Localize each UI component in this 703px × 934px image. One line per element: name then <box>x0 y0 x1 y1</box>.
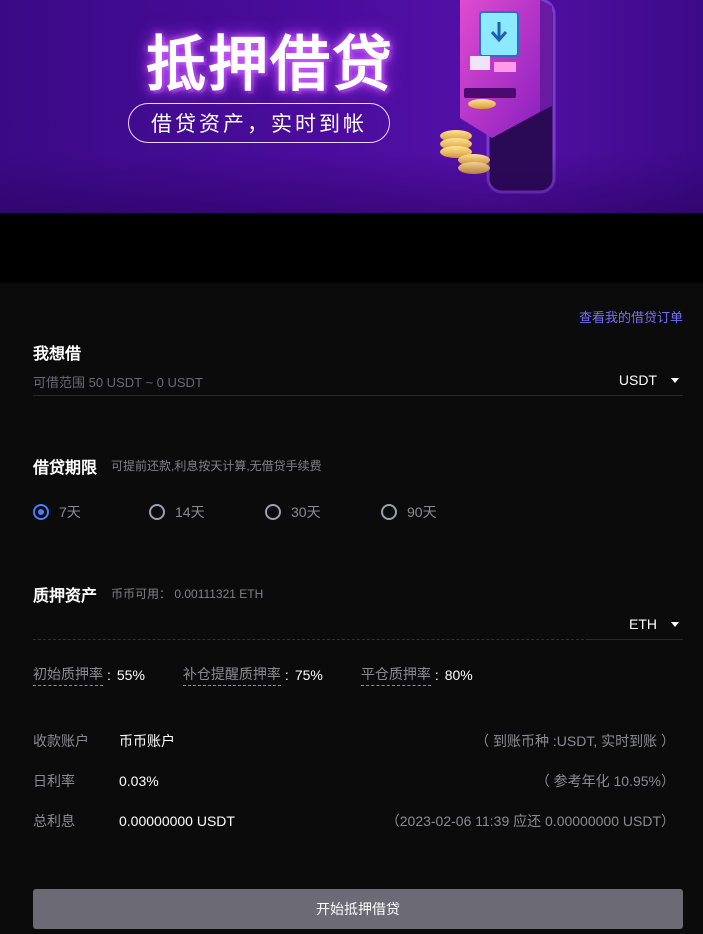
ratio-value: 75% <box>294 667 323 683</box>
collateral-amount-input[interactable] <box>33 639 589 640</box>
term-option-7[interactable]: 7天 <box>33 502 149 522</box>
info-note: （ 到账币种 :USDT, 实时到账 ） <box>475 733 675 749</box>
info-key: 日利率 <box>33 773 75 789</box>
collateral-currency-value: ETH <box>629 616 657 632</box>
loan-form-panel: 查看我的借贷订单 我想借 可借范围 50 USDT ~ 0 USDT USDT … <box>0 283 703 934</box>
borrow-amount-input[interactable]: 可借范围 50 USDT ~ 0 USDT <box>33 372 203 391</box>
term-option-label: 90天 <box>407 504 437 520</box>
term-option-14[interactable]: 14天 <box>149 502 265 522</box>
total-interest-row: 总利息 0.00000000 USDT （2023-02-06 11:39 应还… <box>33 811 675 831</box>
term-option-label: 30天 <box>291 504 321 520</box>
ratio-name[interactable]: 补仓提醒质押率 <box>182 664 281 686</box>
collateral-available: 币币可用： 0.00111321 ETH <box>111 587 264 601</box>
collateral-label: 质押资产 <box>33 588 98 605</box>
atm-illustration-icon <box>440 0 556 194</box>
chevron-down-icon <box>671 621 679 627</box>
info-note: （2023-02-06 11:39 应还 0.00000000 USDT） <box>385 813 675 829</box>
chevron-down-icon <box>671 377 679 383</box>
my-loan-orders-link[interactable]: 查看我的借贷订单 <box>579 307 683 326</box>
info-value: 币币账户 <box>119 733 175 749</box>
borrow-field-underline <box>33 395 683 396</box>
term-option-label: 14天 <box>175 504 205 520</box>
collateral-select-underline <box>589 639 683 640</box>
radio-unchecked-icon <box>381 504 397 520</box>
radio-checked-icon <box>33 504 49 520</box>
ratio-name[interactable]: 初始质押率 <box>33 664 103 686</box>
ratio-value: 55% <box>116 667 145 683</box>
info-key: 总利息 <box>33 813 75 829</box>
ratio-value: 80% <box>444 667 473 683</box>
term-hint: 可提前还款,利息按天计算,无借贷手续费 <box>111 459 322 473</box>
info-value: 0.00000000 USDT <box>119 813 235 829</box>
term-label: 借贷期限 <box>33 460 98 477</box>
promo-banner: 抵押借贷 借贷资产，实时到帐 <box>0 0 703 213</box>
term-option-90[interactable]: 90天 <box>381 502 497 522</box>
collateral-currency-select[interactable]: ETH <box>629 616 679 632</box>
banner-title: 抵押借贷 <box>146 30 394 100</box>
liquidation-ratio: 平仓质押率 : 80% <box>360 664 473 686</box>
ratio-name[interactable]: 平仓质押率 <box>360 664 431 686</box>
pledge-ratios: 初始质押率 : 55% 补仓提醒质押率 : 75% 平仓质押率 : 80% <box>33 664 511 686</box>
term-option-label: 7天 <box>59 504 81 520</box>
info-key: 收款账户 <box>33 733 89 749</box>
margin-call-ratio: 补仓提醒质押率 : 75% <box>182 664 323 686</box>
info-note: （ 参考年化 10.95%） <box>535 773 675 789</box>
info-value: 0.03% <box>119 773 159 789</box>
term-radio-group: 7天 14天 30天 90天 <box>33 502 497 522</box>
start-pledge-loan-button[interactable]: 开始抵押借贷 <box>33 889 683 929</box>
radio-unchecked-icon <box>265 504 281 520</box>
radio-unchecked-icon <box>149 504 165 520</box>
daily-rate-row: 日利率 0.03% （ 参考年化 10.95%） <box>33 771 675 791</box>
borrow-label: 我想借 <box>33 346 82 363</box>
receiving-account-row: 收款账户 币币账户 （ 到账币种 :USDT, 实时到账 ） <box>33 731 675 751</box>
borrow-currency-value: USDT <box>618 372 657 388</box>
spacer <box>0 213 703 283</box>
borrow-currency-select[interactable]: USDT <box>619 372 679 388</box>
term-option-30[interactable]: 30天 <box>265 502 381 522</box>
initial-ratio: 初始质押率 : 55% <box>33 664 145 686</box>
banner-subtitle: 借贷资产，实时到帐 <box>128 103 390 143</box>
